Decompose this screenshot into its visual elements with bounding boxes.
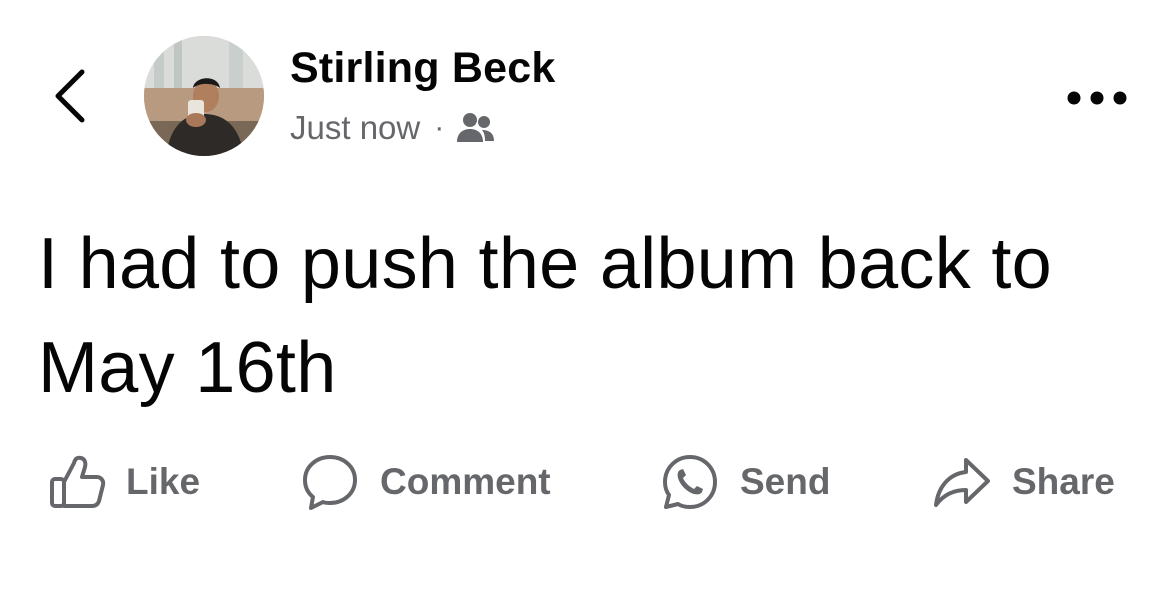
action-bar: Like Comment Send Share	[0, 442, 1170, 522]
share-arrow-icon	[932, 454, 992, 510]
separator-dot: ·	[434, 111, 445, 144]
more-horizontal-icon	[1067, 91, 1127, 105]
post-text: I had to push the album back to May 16th	[38, 224, 1052, 408]
more-options-button[interactable]	[1062, 78, 1132, 118]
comment-icon	[300, 452, 360, 512]
author-name[interactable]: Stirling Beck	[290, 44, 555, 93]
post-meta: Just now ·	[290, 108, 496, 148]
back-button[interactable]	[44, 64, 96, 128]
comment-button[interactable]: Comment	[300, 442, 551, 522]
post-header: Stirling Beck Just now ·	[0, 0, 1170, 190]
share-label: Share	[1012, 461, 1115, 502]
send-button[interactable]: Send	[660, 442, 830, 522]
like-button[interactable]: Like	[48, 442, 200, 522]
timestamp[interactable]: Just now	[290, 109, 420, 147]
whatsapp-icon	[660, 452, 720, 512]
share-button[interactable]: Share	[932, 442, 1115, 522]
thumbs-up-icon	[48, 453, 106, 511]
friends-icon[interactable]	[456, 111, 496, 145]
send-label: Send	[740, 461, 831, 502]
comment-label: Comment	[380, 461, 551, 502]
like-label: Like	[126, 461, 201, 502]
avatar[interactable]	[144, 36, 264, 156]
chevron-left-icon	[55, 69, 85, 123]
